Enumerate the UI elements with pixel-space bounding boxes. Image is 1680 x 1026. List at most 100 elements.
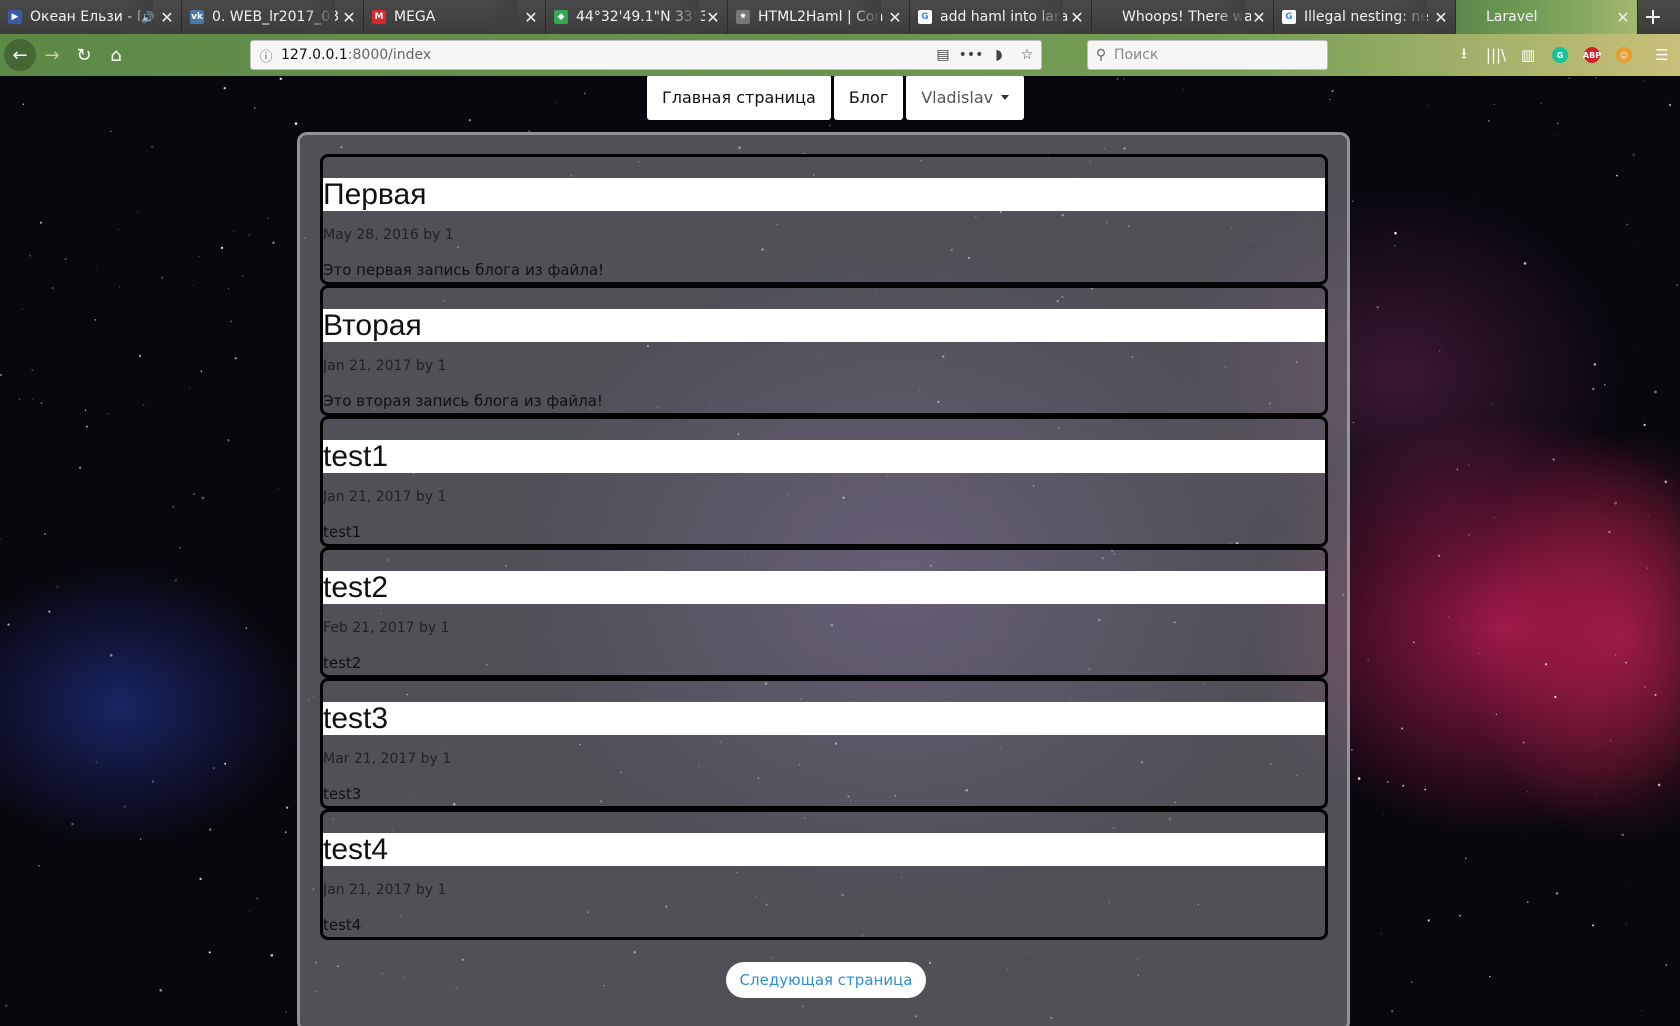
search-input[interactable]: ⚲ Поиск — [1087, 40, 1328, 70]
star — [188, 387, 190, 389]
tab-close-icon[interactable]: ✕ — [523, 8, 539, 27]
star — [1647, 514, 1649, 516]
vk-icon: vk — [190, 10, 204, 24]
star — [1489, 975, 1491, 978]
browser-tab[interactable]: G Illegal nesting: ne ✕ — [1274, 0, 1456, 34]
post-title[interactable]: test2 — [323, 571, 1325, 604]
star — [555, 101, 556, 103]
library-icon: |||\ — [1485, 46, 1507, 64]
play-icon: ▶ — [8, 10, 22, 24]
star — [1664, 480, 1668, 484]
url-text: 127.0.0.1:8000/index — [281, 47, 929, 63]
extension-button[interactable]: ☺ — [1610, 39, 1638, 71]
post-title[interactable]: test3 — [323, 702, 1325, 735]
star — [22, 103, 25, 106]
star — [1376, 305, 1380, 309]
sidebar-icon: ▥ — [1520, 46, 1536, 64]
star — [1540, 102, 1542, 105]
tab-close-icon[interactable]: ✕ — [1433, 8, 1449, 27]
star — [1526, 901, 1529, 903]
menu-button[interactable]: ☰ — [1648, 39, 1676, 71]
home-button[interactable]: ⌂ — [100, 39, 132, 71]
star — [143, 404, 145, 406]
reader-view-icon[interactable]: ▤ — [929, 47, 957, 63]
adblock-button[interactable]: ABP — [1578, 39, 1606, 71]
star — [1495, 713, 1498, 716]
star — [159, 988, 162, 992]
star — [86, 425, 88, 428]
tab-close-icon[interactable]: ✕ — [1251, 8, 1267, 27]
star — [179, 546, 181, 549]
mega-icon: M — [372, 10, 386, 24]
site-info-icon[interactable]: ⓘ — [251, 46, 281, 65]
browser-tab[interactable]: vk 0. WEB_lr2017_03 ✕ — [182, 0, 364, 34]
star — [1464, 857, 1467, 860]
star — [1593, 363, 1597, 366]
star — [1437, 554, 1441, 557]
post-title[interactable]: test1 — [323, 440, 1325, 473]
browser-tab[interactable]: M MEGA ✕ — [364, 0, 546, 34]
star — [1626, 223, 1629, 226]
audio-playing-icon[interactable]: 🔊 — [141, 11, 155, 24]
star — [1367, 658, 1370, 661]
star — [1522, 741, 1525, 744]
reload-button[interactable]: ↻ — [68, 39, 100, 71]
url-bar[interactable]: ⓘ 127.0.0.1:8000/index ▤ ••• ◗ ☆ — [250, 40, 1042, 70]
tab-close-icon[interactable]: ✕ — [1615, 8, 1631, 27]
post-body: test1 — [323, 523, 362, 541]
star — [267, 217, 269, 219]
star — [1380, 933, 1382, 935]
star — [1394, 244, 1396, 247]
sidebar-button[interactable]: ▥ — [1514, 39, 1542, 71]
star — [200, 370, 203, 372]
star — [1427, 919, 1430, 922]
star — [123, 805, 126, 808]
tab-title-fade — [1033, 0, 1063, 34]
google-icon: G — [918, 10, 932, 24]
star — [7, 623, 10, 626]
tab-title-fade — [487, 0, 517, 34]
pocket-icon[interactable]: ◗ — [985, 47, 1013, 63]
star — [241, 275, 244, 277]
library-button[interactable]: |||\ — [1482, 39, 1510, 71]
browser-tab[interactable]: Laravel ✕ — [1456, 0, 1638, 34]
tab-close-icon[interactable]: ✕ — [705, 8, 721, 27]
star — [1595, 793, 1597, 795]
post-title[interactable]: Первая — [323, 178, 1325, 211]
star — [1391, 1010, 1394, 1013]
star — [227, 287, 230, 290]
tab-close-icon[interactable]: ✕ — [159, 8, 175, 27]
star — [1654, 693, 1657, 696]
tab-close-icon[interactable]: ✕ — [887, 8, 903, 27]
nav-home-link[interactable]: Главная страница — [647, 76, 831, 120]
post-title[interactable]: Вторая — [323, 309, 1325, 342]
blank-icon — [1464, 10, 1478, 24]
forward-button[interactable]: → — [36, 39, 68, 71]
downloads-button[interactable]: ⭳ — [1450, 39, 1478, 71]
bookmark-star-icon[interactable]: ☆ — [1013, 47, 1041, 63]
blog-post: test2 Feb 21, 2017 by 1 test2 — [320, 547, 1328, 678]
star — [283, 111, 284, 112]
star — [1644, 80, 1646, 82]
star — [95, 761, 97, 763]
star — [1640, 1009, 1643, 1012]
grammarly-button[interactable]: G — [1546, 39, 1574, 71]
new-tab-button[interactable]: + — [1638, 0, 1668, 34]
browser-tab[interactable]: Whoops! There was a✕ — [1092, 0, 1274, 34]
star — [1633, 346, 1635, 348]
browser-tab[interactable]: ✷ HTML2Haml | Con ✕ — [728, 0, 910, 34]
star — [1427, 105, 1428, 106]
browser-tab[interactable]: ▶ Океан Ельзи - Г 🔊 ✕ — [0, 0, 182, 34]
browser-tab[interactable]: Gadd haml into lara ✕ — [910, 0, 1092, 34]
next-page-button[interactable]: Следующая страница — [726, 962, 926, 998]
star — [1643, 423, 1646, 426]
post-title[interactable]: test4 — [323, 833, 1325, 866]
back-button[interactable]: ← — [4, 39, 36, 71]
tab-close-icon[interactable]: ✕ — [1069, 8, 1085, 27]
user-dropdown[interactable]: Vladislav — [906, 76, 1025, 120]
nav-blog-link[interactable]: Блог — [833, 76, 904, 120]
page-actions-icon[interactable]: ••• — [957, 47, 985, 63]
post-meta: Feb 21, 2017 by 1 — [323, 620, 450, 636]
browser-tab[interactable]: ◆ 44°32'49.1"N 33°3 ✕ — [546, 0, 728, 34]
tab-close-icon[interactable]: ✕ — [341, 8, 357, 27]
